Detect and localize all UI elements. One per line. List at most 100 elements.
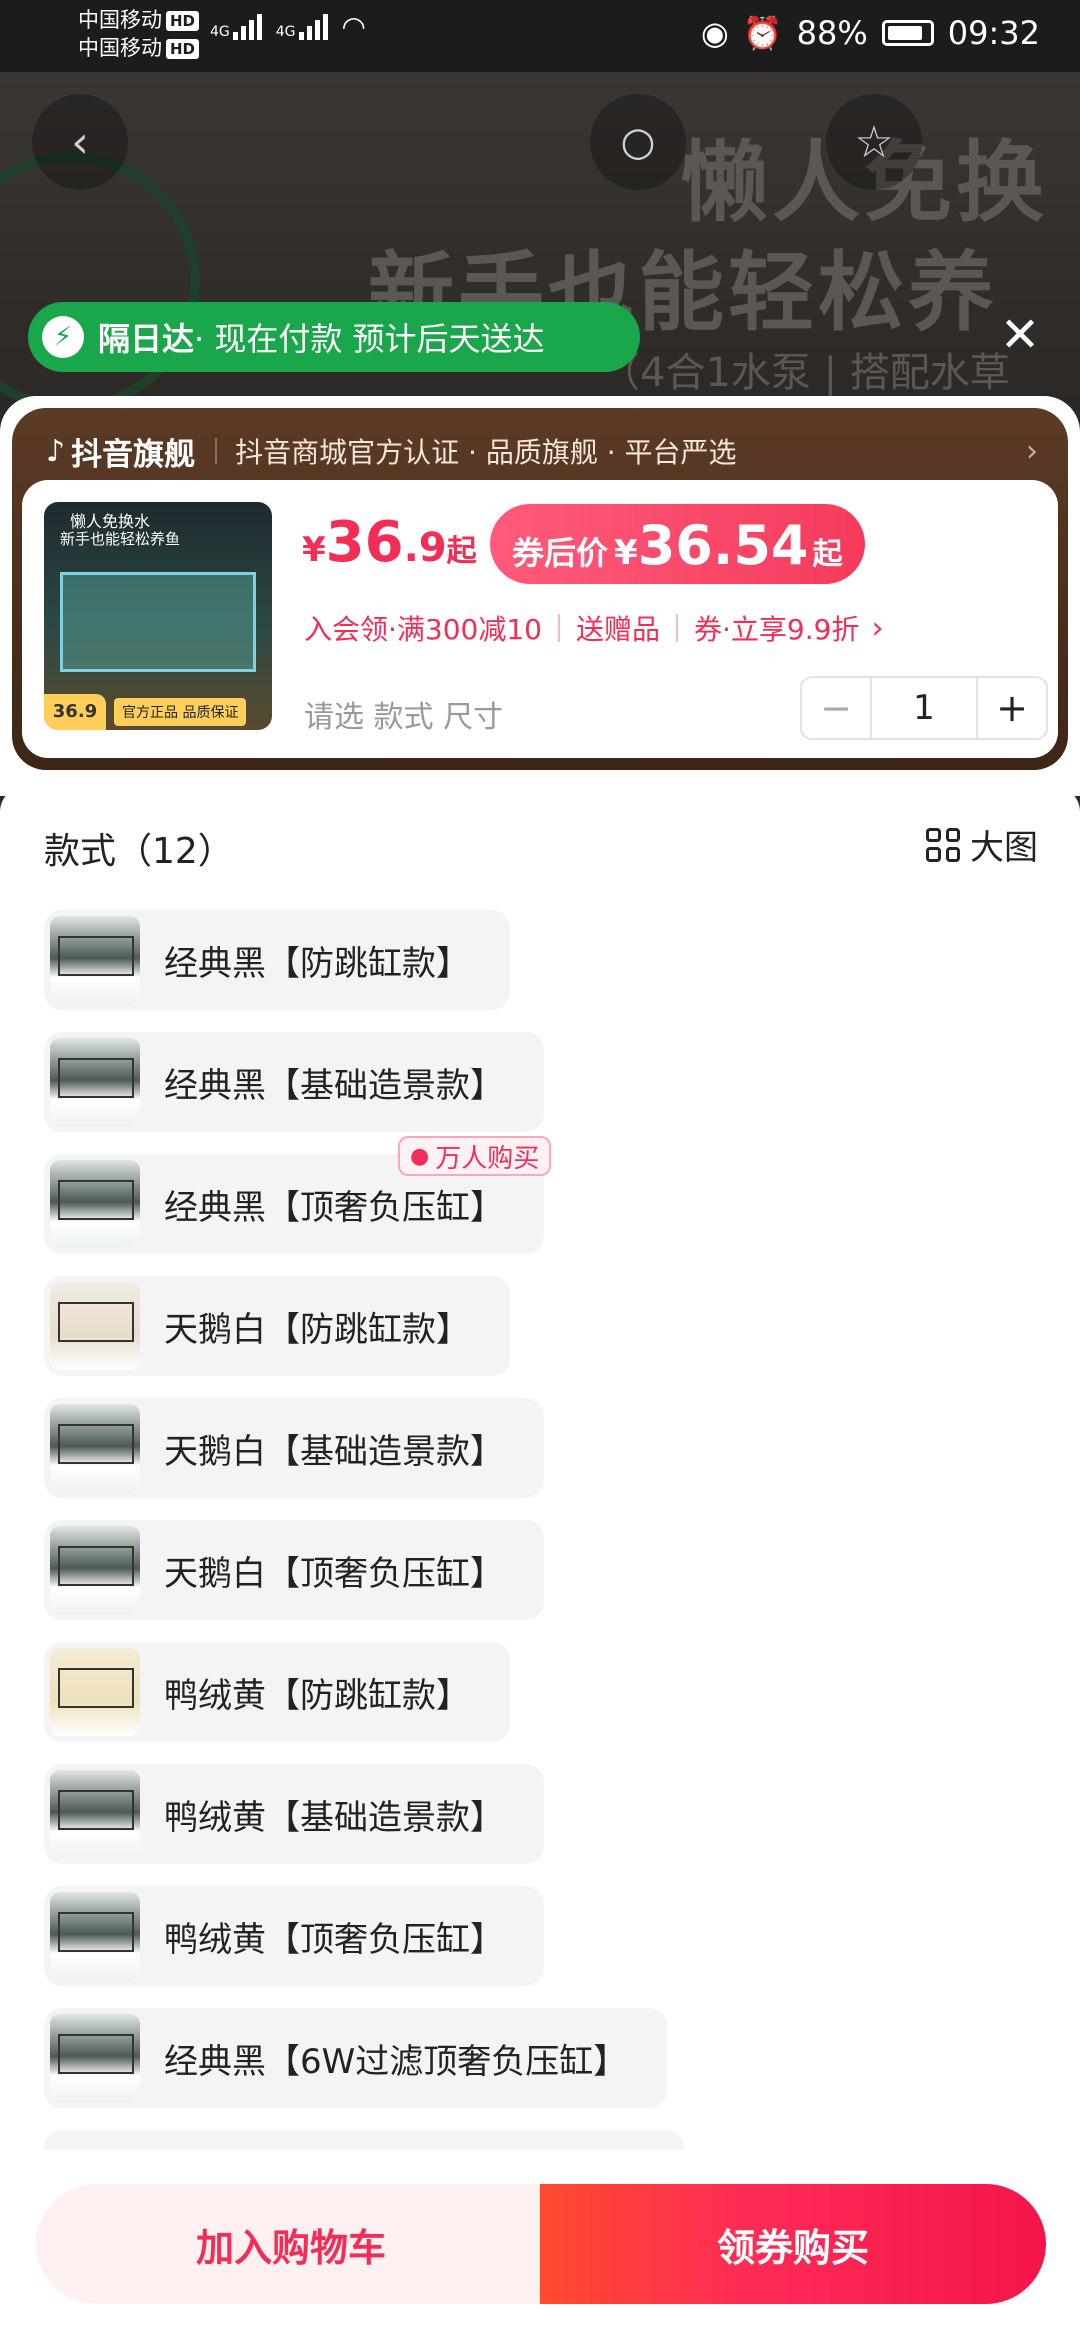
- promo-coupon: 券·立享9.9折: [694, 613, 860, 646]
- big-view-toggle[interactable]: 大图: [926, 820, 1038, 869]
- aquarium-image: [60, 572, 256, 672]
- variant-thumbnail: [50, 1404, 140, 1492]
- variant-option[interactable]: 鸭绒黄【基础造景款】: [44, 1764, 544, 1864]
- coupon-price-badge: 券后价 ¥36.54 起: [490, 504, 865, 584]
- variant-label: 经典黑【基础造景款】: [164, 1065, 504, 1106]
- variant-option[interactable]: 经典黑【防跳缸款】: [44, 910, 510, 1010]
- hd-badge-1: HD: [166, 11, 200, 31]
- price: ¥36.9起: [302, 510, 477, 575]
- delivery-banner: ⚡ 隔日达 · 现在付款 预计后天送达: [28, 302, 640, 372]
- price-suffix: 起: [446, 534, 477, 569]
- search-icon: ○: [620, 119, 656, 165]
- back-arrow-icon: ‹: [71, 116, 89, 168]
- delivery-text: · 现在付款 预计后天送达: [194, 320, 545, 358]
- variant-option[interactable]: 天鹅白【防跳缸款】: [44, 1276, 510, 1376]
- price-integer: 36: [325, 510, 404, 575]
- product-info: 懒人免换水 新手也能轻松养鱼 36.9 官方正品 品质保证 ¥36.9起 券后价…: [22, 480, 1058, 758]
- badge-label: 万人购买: [435, 1143, 540, 1174]
- variant-option[interactable]: 鸭绒黄【顶奢负压缸】: [44, 1886, 544, 1986]
- product-card: ♪ 抖音旗舰 抖音商城官方认证 · 品质旗舰 · 平台严选 › 懒人免换水 新手…: [12, 408, 1068, 770]
- favorite-button[interactable]: ☆: [826, 94, 922, 190]
- quantity-stepper: − 1 +: [800, 676, 1048, 740]
- variant-thumbnail: [50, 1526, 140, 1614]
- variant-label: 鸭绒黄【顶奢负压缸】: [164, 1919, 504, 1960]
- quantity-value[interactable]: 1: [870, 678, 978, 738]
- big-view-label: 大图: [970, 828, 1038, 868]
- variant-option[interactable]: 天鹅白【基础造景款】: [44, 1398, 544, 1498]
- coupon-buy-button[interactable]: 领券购买: [540, 2184, 1046, 2304]
- variant-option[interactable]: 经典黑【基础造景款】: [44, 1032, 544, 1132]
- chevron-right-icon: ›: [1026, 433, 1038, 469]
- lightning-icon: ⚡: [42, 316, 84, 358]
- hd-badge-2: HD: [166, 39, 200, 59]
- clock: 09:32: [947, 14, 1040, 52]
- variant-option[interactable]: 鸭绒黄【防跳缸款】: [44, 1642, 510, 1742]
- grid-icon: [926, 827, 960, 862]
- network-type-1: 4G: [210, 24, 230, 40]
- coupon-price-value: 36.54: [637, 514, 809, 577]
- flame-icon: ●: [410, 1143, 430, 1169]
- battery-percent: 88%: [796, 14, 868, 52]
- coupon-currency: ¥: [614, 533, 638, 573]
- variant-thumbnail: [50, 1160, 140, 1248]
- variant-label: 天鹅白【顶奢负压缸】: [164, 1553, 504, 1594]
- divider: [215, 438, 218, 464]
- variant-option[interactable]: 天鹅白【顶奢负压缸】: [44, 1520, 544, 1620]
- variant-thumbnail: [50, 916, 140, 1004]
- variant-thumbnail: [50, 1282, 140, 1370]
- variant-thumbnail: [50, 1892, 140, 1980]
- variant-thumbnail: [50, 1648, 140, 1736]
- product-image[interactable]: 懒人免换水 新手也能轻松养鱼 36.9 官方正品 品质保证: [44, 502, 272, 730]
- section-title: 款式（12）: [44, 831, 234, 872]
- signal-icon-2: [298, 14, 328, 40]
- eye-icon: ◉: [700, 14, 729, 52]
- status-bar: 中国移动 HD 中国移动 HD 4G 4G ◠ ◉ ⏰ 88% 09:32: [0, 0, 1080, 72]
- price-currency: ¥: [302, 530, 326, 570]
- status-right: ◉ ⏰ 88% 09:32: [701, 14, 1040, 52]
- variant-label: 天鹅白【防跳缸款】: [164, 1309, 470, 1350]
- network-type-2: 4G: [275, 24, 296, 40]
- add-to-cart-button[interactable]: 加入购物车: [36, 2184, 546, 2304]
- variant-option[interactable]: 经典黑【6W过滤顶奢负压缸】: [44, 2008, 668, 2108]
- coupon-price-label: 券后价: [512, 534, 609, 572]
- carrier-2: 中国移动: [78, 36, 162, 60]
- signal-icons: 4G 4G ◠: [210, 10, 366, 43]
- increase-button[interactable]: +: [978, 686, 1046, 730]
- divider: [676, 614, 678, 642]
- variant-thumbnail: [50, 2014, 140, 2102]
- variant-label: 天鹅白【基础造景款】: [164, 1431, 504, 1472]
- promotions-row[interactable]: 入会领·满300减10 送赠品 券·立享9.9折 ›: [304, 608, 883, 648]
- thumb-tag: 官方正品 品质保证: [114, 698, 247, 726]
- coupon-price-suffix: 起: [812, 537, 843, 572]
- back-button[interactable]: ‹: [32, 94, 128, 190]
- douyin-logo-icon: ♪: [46, 433, 66, 469]
- store-brand: 抖音旗舰: [71, 436, 196, 473]
- selection-hint: 请选 款式 尺寸: [304, 700, 504, 735]
- thumb-price: 36.9: [44, 694, 106, 730]
- chevron-right-icon: ›: [871, 610, 884, 646]
- search-button[interactable]: ○: [590, 94, 686, 190]
- divider: [557, 614, 560, 642]
- battery-icon: [881, 20, 934, 46]
- variant-thumbnail: [50, 1038, 140, 1126]
- promo-membership: 入会领·满300减10: [304, 613, 542, 646]
- variant-thumbnail: [50, 1770, 140, 1858]
- alarm-icon: ⏰: [742, 14, 783, 52]
- close-icon[interactable]: ✕: [995, 305, 1045, 365]
- carrier-info: 中国移动 HD 中国移动 HD: [78, 6, 200, 62]
- bottom-action-bar: 加入购物车 领券购买: [0, 2150, 1080, 2340]
- thumb-caption-2: 新手也能轻松养鱼: [60, 530, 181, 548]
- carrier-1: 中国移动: [78, 8, 162, 32]
- variant-label: 经典黑【顶奢负压缸】: [164, 1187, 504, 1228]
- decrease-button[interactable]: −: [802, 686, 870, 730]
- wifi-icon: ◠: [341, 10, 366, 43]
- hero-text-3: （4合1水泵 | 搭配水草: [600, 350, 1010, 396]
- store-tags: 抖音商城官方认证 · 品质旗舰 · 平台严选: [235, 436, 737, 469]
- delivery-label: 隔日达: [98, 320, 195, 358]
- star-icon: ☆: [854, 116, 894, 168]
- price-decimal: .9: [403, 525, 447, 571]
- popular-badge: ● 万人购买: [398, 1136, 552, 1176]
- variant-label: 经典黑【6W过滤顶奢负压缸】: [164, 2041, 628, 2082]
- hero-decoration: [0, 152, 200, 412]
- store-header[interactable]: ♪ 抖音旗舰 抖音商城官方认证 · 品质旗舰 · 平台严选 ›: [46, 426, 1038, 476]
